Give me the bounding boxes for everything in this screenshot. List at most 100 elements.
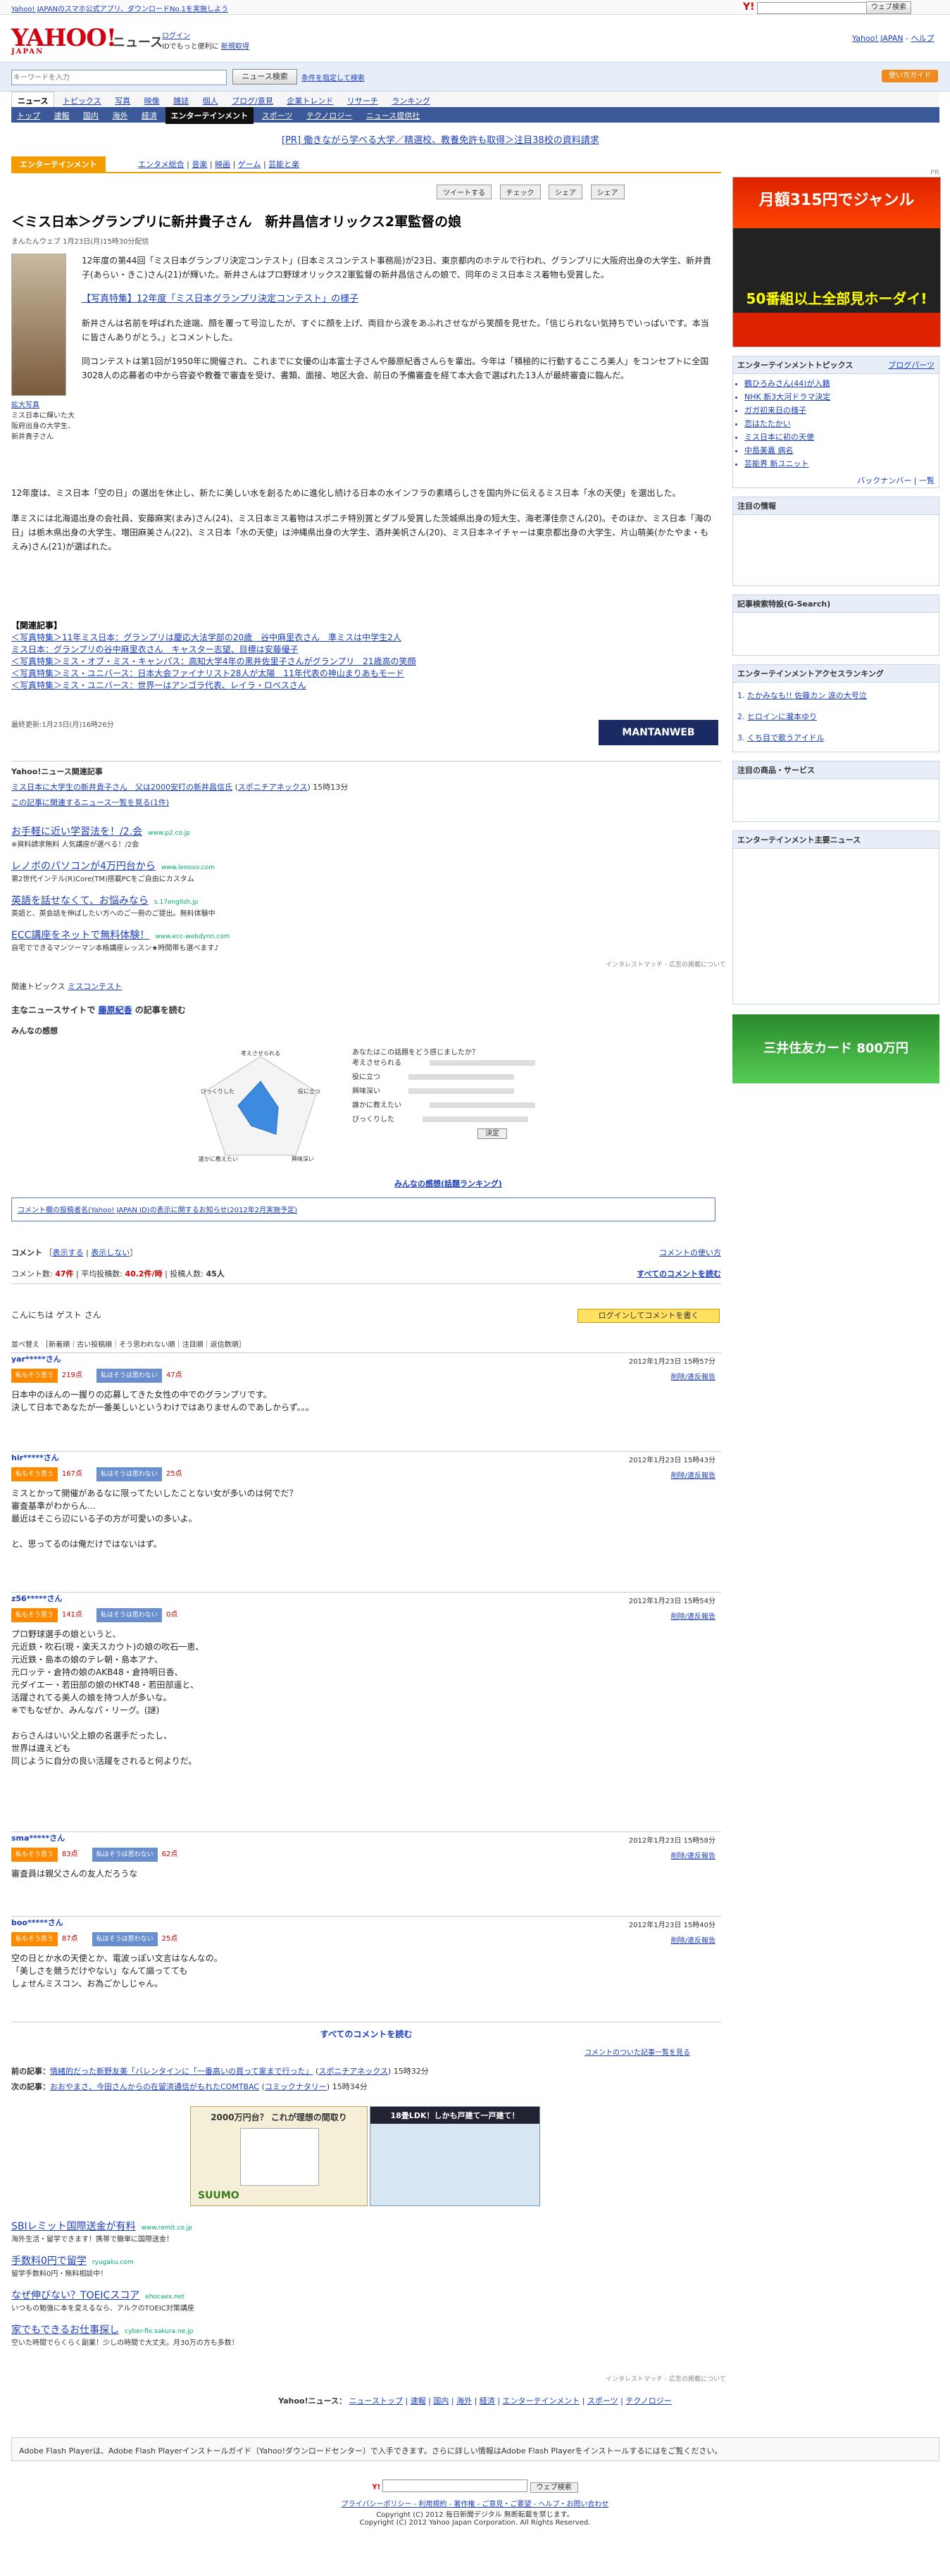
comment-user[interactable]: sma*****さん [11, 1832, 721, 1845]
feeling-slider[interactable] [430, 1060, 535, 1066]
vote-button[interactable]: 決定 [477, 1128, 507, 1139]
ad-item[interactable]: SBIレミット国際送金が有料 www.remit.co.jp 海外生活・留学できます… [11, 2219, 715, 2244]
topic-link[interactable]: 芸能界 新ユニット [744, 457, 939, 471]
footnav-link[interactable]: 国内 [433, 2396, 449, 2406]
related-link[interactable]: ミス日本：グランプリの谷中麻里衣さん キャスター志望、目標は安藤優子 [11, 644, 715, 656]
web-search-input[interactable] [757, 2, 867, 14]
agree-button[interactable]: 私もそう思う [11, 1932, 58, 1946]
disagree-button[interactable]: 私はそうは思わない [96, 1467, 162, 1481]
related-link[interactable]: ＜写真特集＞ミス・ユニバース：日本大会ファイナリスト28人が太陽 11年代表の神… [11, 668, 715, 680]
all-comments-link[interactable]: すべてのコメントを読む [11, 2022, 721, 2040]
related-link[interactable]: ＜写真特集＞ミス・ユニバース：世界一はアンゴラ代表、レイラ・ロペスさん [11, 680, 715, 692]
topics-backnumber[interactable]: バックナンバー | 一覧 [733, 473, 939, 487]
beetv-ad[interactable]: 月額315円でジャンル 50番組以上全部見ホーダイ! [732, 177, 941, 347]
nav2-entertainment[interactable]: エンターテインメント [165, 107, 254, 124]
nav2-world[interactable]: 海外 [107, 107, 134, 124]
check-button[interactable]: チェック [499, 185, 541, 199]
login-to-comment-button[interactable]: ログインしてコメントを書く [577, 1309, 720, 1323]
web-search-button[interactable]: ウェブ検索 [866, 1, 911, 14]
see-all-comments-link[interactable]: すべてのコメントを読む [637, 1268, 721, 1279]
agree-button[interactable]: 私もそう思う [11, 1848, 58, 1862]
footnav-link[interactable]: エンターテインメント [503, 2396, 580, 2406]
blog-parts-link[interactable]: ブログパーツ [888, 359, 935, 371]
guide-button[interactable]: 使い方ガイド [882, 70, 938, 82]
nav2-flash[interactable]: 速報 [49, 107, 75, 124]
nav2-domestic[interactable]: 国内 [77, 107, 104, 124]
article-photo[interactable] [11, 254, 66, 396]
topic-link[interactable]: ガガ初来日の様子 [744, 404, 939, 417]
disagree-button[interactable]: 私はそうは思わない [96, 1369, 162, 1383]
ad-item[interactable]: 家でもできるお仕事探し cyber-fle.sakura.ne.jp 空いた時間でら… [11, 2322, 715, 2347]
show-comments[interactable]: 表示する [53, 1248, 84, 1257]
suumo-banner[interactable]: 2000万円台？ これが理想の間取り SUUMO [190, 2106, 368, 2206]
next-article-link[interactable]: おおやまさ、今田さんからの在留済通信がもれたCOMTBAC [50, 2082, 259, 2091]
comment-user[interactable]: z56*****さん [11, 1593, 721, 1605]
pickup-link[interactable]: 藤原紀香 [99, 1005, 132, 1015]
products-content[interactable] [733, 779, 939, 821]
ad-footer[interactable]: インタレストマッチ - 広告の掲載について [606, 959, 726, 969]
prev-source[interactable]: スポニチアネックス [318, 2067, 388, 2076]
ranking-item[interactable]: ヒロインに瀧本ゆり [747, 707, 939, 728]
footnav-link[interactable]: スポーツ [587, 2396, 618, 2406]
advanced-search-link[interactable]: 条件を指定して検索 [301, 72, 365, 82]
nav2-tech[interactable]: テクノロジー [301, 107, 358, 124]
comment-notice-link[interactable]: コメント欄の投稿者名(Yahoo! JAPAN ID)の表示に関するお知らせ(2… [18, 1207, 297, 1214]
agree-button[interactable]: 私もそう思う [11, 1467, 58, 1481]
info-content[interactable] [733, 515, 939, 585]
feeling-slider[interactable] [408, 1088, 514, 1094]
comment-howto-link[interactable]: コメントの使い方 [659, 1247, 721, 1258]
related-link[interactable]: ＜写真特集＞11年ミス日本：グランプリは慶応大法学部の20歳 谷中麻里衣さん 準… [11, 632, 715, 644]
topics-link[interactable]: ミスコンテスト [68, 982, 122, 991]
related-link[interactable]: ＜写真特集＞ミス・オブ・ミス・キャンパス：高知大学4年の黒井佐里子さんがグランプ… [11, 656, 715, 668]
sub-entame[interactable]: エンタメ総合 [138, 160, 185, 169]
commented-articles-link[interactable]: コメントのついた記事一覧を見る [585, 2046, 690, 2057]
comment-user[interactable]: hir*****さん [11, 1452, 721, 1464]
comment-user[interactable]: yar*****さん [11, 1353, 721, 1366]
news-search-input[interactable] [11, 70, 227, 85]
sub-movie[interactable]: 映画 [215, 160, 230, 169]
nav2-providers[interactable]: ニュース提供社 [361, 107, 425, 124]
disagree-button[interactable]: 私はそうは思わない [92, 1932, 158, 1946]
related-news-source[interactable]: スポニチアネックス [238, 783, 308, 792]
feelings-ranking-link[interactable]: みんなの感想(話題ランキング) [394, 1178, 502, 1189]
feeling-slider[interactable] [430, 1102, 535, 1108]
feeling-slider[interactable] [408, 1074, 514, 1080]
agree-button[interactable]: 私もそう思う [11, 1608, 58, 1622]
footer-search-button[interactable]: ウェブ検索 [530, 2482, 578, 2493]
gsearch-content[interactable] [733, 613, 939, 655]
topic-link[interactable]: NHK 新3大河ドラマ決定 [744, 390, 939, 404]
report-link[interactable]: 削除/違反報告 [671, 1470, 715, 1483]
topic-link[interactable]: ミス日本に初の天使 [744, 430, 939, 444]
headline-content[interactable] [733, 849, 939, 1004]
login-link[interactable]: ログイン [162, 32, 190, 40]
house-banner[interactable]: 18畳LDK！しかも戸建て一戸建て！ [370, 2106, 540, 2206]
topic-link[interactable]: 中島美嘉 病名 [744, 444, 939, 457]
sub-game[interactable]: ゲーム [238, 160, 261, 169]
related-news-more[interactable]: この記事に関連するニュース一覧を見る(1件) [11, 798, 169, 807]
ad-item[interactable]: なぜ伸びない？TOEICスコア ehocaex.net いつもの勉強に本を変えるなら… [11, 2288, 715, 2313]
facebook-share-button[interactable]: シェア [549, 185, 582, 199]
sub-geino[interactable]: 芸能と楽 [268, 160, 299, 169]
nav2-economy[interactable]: 経済 [136, 107, 163, 124]
nav2-sports[interactable]: スポーツ [256, 107, 299, 124]
ad-item[interactable]: レノボのパソコンが4万円台から www.lenovo.com 第2世代インテル(R)… [11, 859, 715, 883]
report-link[interactable]: 削除/違反報告 [671, 1611, 715, 1624]
ad-item[interactable]: お手軽に近い学習法を！/2.会 www.p2.co.jp ※資料請求無料 人気講座が… [11, 824, 715, 849]
ad-item[interactable]: ECC講座をネットで無料体験！ www.ecc-webdynn.com 自宅でできる… [11, 928, 715, 952]
feeling-slider[interactable] [423, 1116, 528, 1122]
nav2-top[interactable]: トップ [11, 107, 46, 124]
hide-comments[interactable]: 表示しない [91, 1248, 130, 1257]
comment-user[interactable]: boo*****さん [11, 1917, 721, 1929]
ad-item[interactable]: 手数料0円で留学 ryugaku.com 留学手数料0円・無料相談中！ [11, 2253, 715, 2278]
source-logo[interactable]: MANTANWEB [599, 720, 718, 745]
topic-link[interactable]: 恋はたたかい [744, 417, 939, 430]
report-link[interactable]: 削除/違反報告 [671, 1371, 715, 1384]
photo-special-link[interactable]: 【写真特集】12年度「ミス日本グランプリ決定コンテスト」の様子 [82, 294, 358, 304]
share-button[interactable]: シェア [590, 185, 625, 199]
enlarge-photo-link[interactable]: 拡大写真 [11, 402, 39, 409]
related-news-item[interactable]: ミス日本に大学生の新井貴子さん 父は2000安打の新井昌信氏 [11, 783, 232, 792]
footnav-link[interactable]: 海外 [456, 2396, 472, 2406]
ranking-item[interactable]: たかみなも!! 佐藤カン 涙の大号泣 [747, 685, 939, 707]
prev-article-link[interactable]: 情緒的だった新野友美「バレンタインに「一番高いの買って家まで行った」 [50, 2067, 313, 2076]
report-link[interactable]: 削除/違反報告 [671, 1850, 715, 1863]
